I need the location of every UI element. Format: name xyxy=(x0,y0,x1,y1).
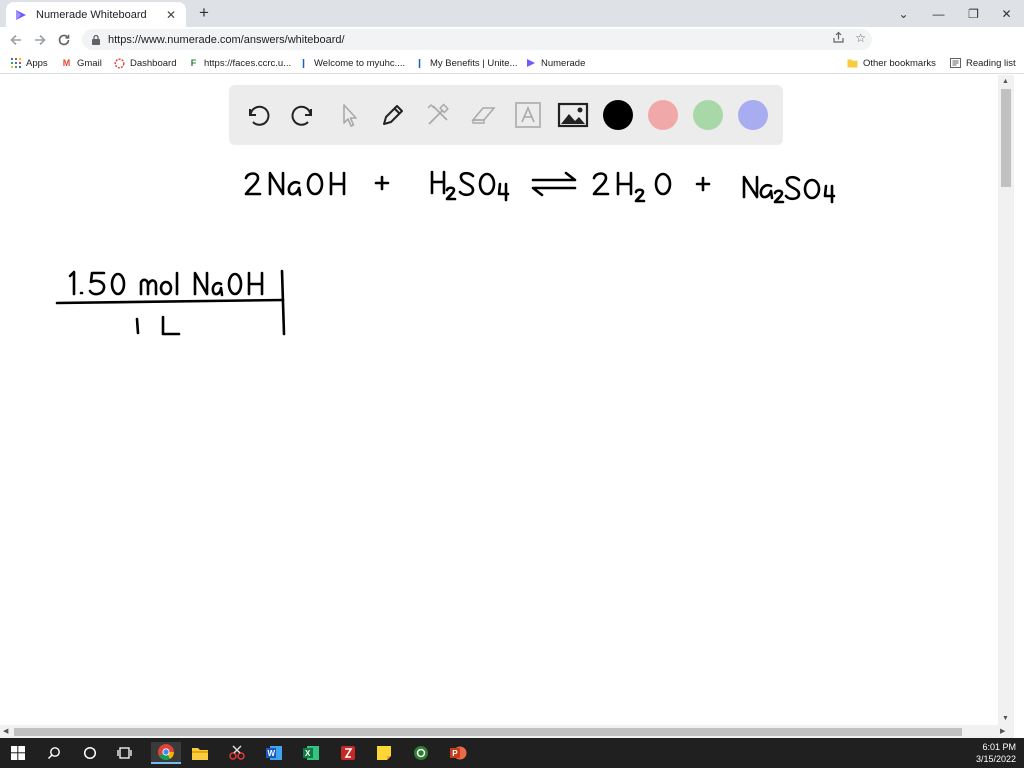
folder-icon xyxy=(847,58,858,69)
tab-strip: Numerade Whiteboard ✕ + ⌄ — ❐ ✕ xyxy=(0,0,1024,27)
bookmark-star-icon[interactable]: ☆ xyxy=(855,31,866,45)
back-icon[interactable] xyxy=(4,28,28,52)
svg-text:W: W xyxy=(268,749,276,758)
dashboard-icon xyxy=(114,57,125,69)
bookmark-other-bookmarks[interactable]: Other bookmarks xyxy=(847,55,936,71)
maximize-button[interactable]: ❐ xyxy=(956,0,991,27)
reading-list[interactable]: Reading list xyxy=(950,55,1016,71)
whiteboard-page[interactable] xyxy=(0,75,998,725)
snipping-tool-icon[interactable] xyxy=(226,742,248,764)
windows-taskbar: W X P 6:01 PM 3/15/2022 xyxy=(0,738,1024,768)
chrome-taskbar-icon[interactable] xyxy=(151,742,181,764)
lock-icon xyxy=(92,34,100,45)
bookmarks-bar: Apps M Gmail Dashboard F https://faces.c… xyxy=(0,52,1024,74)
system-clock[interactable]: 6:01 PM 3/15/2022 xyxy=(976,741,1016,765)
bookmark-label: https://faces.ccrc.u... xyxy=(204,57,292,69)
shapes-tools-icon[interactable] xyxy=(420,97,456,133)
horizontal-scroll-thumb[interactable] xyxy=(14,728,962,736)
bookmark-label: Gmail xyxy=(77,57,102,69)
scroll-right-icon[interactable]: ▶ xyxy=(1000,727,1005,735)
tab-numerade-whiteboard[interactable]: Numerade Whiteboard ✕ xyxy=(6,2,186,27)
redo-icon[interactable] xyxy=(285,97,321,133)
share-icon[interactable] xyxy=(832,31,845,44)
cortana-icon[interactable] xyxy=(79,742,101,764)
bookmark-numerade[interactable]: Numerade xyxy=(525,55,585,71)
powerpoint-icon[interactable]: P xyxy=(447,742,469,764)
scroll-up-icon[interactable]: ▲ xyxy=(1002,78,1009,85)
word-icon[interactable]: W xyxy=(263,742,285,764)
apps-grid-icon xyxy=(10,58,21,69)
tab-search-icon[interactable]: ⌄ xyxy=(886,0,921,27)
sticky-notes-icon[interactable] xyxy=(373,742,395,764)
url-text: https://www.numerade.com/answers/whitebo… xyxy=(108,33,345,46)
eraser-icon[interactable] xyxy=(465,97,501,133)
app-red-icon[interactable] xyxy=(337,742,359,764)
bookmark-label: My Benefits | Unite... xyxy=(430,57,518,69)
bookmark-label: Other bookmarks xyxy=(863,57,936,69)
file-explorer-icon[interactable] xyxy=(189,742,211,764)
undo-icon[interactable] xyxy=(240,97,276,133)
numerade-icon xyxy=(525,58,536,69)
scroll-down-icon[interactable]: ▼ xyxy=(1002,715,1009,722)
windows-start-icon[interactable] xyxy=(7,742,29,764)
app-green-icon[interactable] xyxy=(410,742,432,764)
svg-text:X: X xyxy=(305,749,311,758)
svg-text:P: P xyxy=(452,749,458,758)
reload-icon[interactable] xyxy=(52,28,76,52)
clock-time: 6:01 PM xyxy=(982,742,1016,752)
bookmark-gmail[interactable]: M Gmail xyxy=(61,55,102,71)
bookmark-label: Reading list xyxy=(966,57,1016,69)
bookmark-apps[interactable]: Apps xyxy=(10,55,48,71)
color-blue-swatch[interactable] xyxy=(738,100,768,130)
horizontal-scrollbar[interactable]: ◀ ▶ xyxy=(0,725,1014,738)
clock-date: 3/15/2022 xyxy=(975,754,1016,764)
gmail-icon: M xyxy=(62,58,71,68)
cursor-select-icon[interactable] xyxy=(330,97,366,133)
vertical-scroll-thumb[interactable] xyxy=(1001,89,1011,187)
reading-list-icon xyxy=(950,58,961,69)
whiteboard-toolbar xyxy=(229,85,783,145)
benefits-icon: ❙ xyxy=(415,57,424,68)
bookmark-label: Welcome to myuhc.... xyxy=(314,57,406,69)
tab-close-icon[interactable]: ✕ xyxy=(164,8,178,22)
faces-icon: F xyxy=(190,58,197,68)
new-tab-button[interactable]: + xyxy=(194,3,214,23)
color-red-swatch[interactable] xyxy=(648,100,678,130)
bookmark-dashboard[interactable]: Dashboard xyxy=(114,55,176,71)
search-icon[interactable] xyxy=(43,742,65,764)
task-view-icon[interactable] xyxy=(114,742,136,764)
image-icon[interactable] xyxy=(555,97,591,133)
bookmark-label: Dashboard xyxy=(130,57,177,69)
browser-toolbar: https://www.numerade.com/answers/whitebo… xyxy=(0,27,1024,72)
text-tool-icon[interactable] xyxy=(510,97,546,133)
scroll-left-icon[interactable]: ◀ xyxy=(3,727,8,735)
excel-icon[interactable]: X xyxy=(300,742,322,764)
tab-title: Numerade Whiteboard xyxy=(36,8,147,21)
bookmark-myuhc[interactable]: ❙ Welcome to myuhc.... xyxy=(298,55,405,71)
pen-icon[interactable] xyxy=(375,97,411,133)
bookmark-label: Numerade xyxy=(541,57,586,69)
color-black-swatch[interactable] xyxy=(603,100,633,130)
bookmark-my-benefits[interactable]: ❙ My Benefits | Unite... xyxy=(414,55,518,71)
vertical-scrollbar[interactable]: ▲ ▼ xyxy=(998,75,1014,725)
minimize-button[interactable]: — xyxy=(921,0,956,27)
bookmark-label: Apps xyxy=(26,57,48,69)
close-window-button[interactable]: ✕ xyxy=(989,0,1024,27)
forward-icon[interactable] xyxy=(28,28,52,52)
bookmark-faces[interactable]: F https://faces.ccrc.u... xyxy=(188,55,291,71)
uhc-icon: ❙ xyxy=(299,57,308,68)
color-green-swatch[interactable] xyxy=(693,100,723,130)
address-bar[interactable]: https://www.numerade.com/answers/whitebo… xyxy=(82,29,872,50)
numerade-favicon-icon xyxy=(16,9,26,20)
